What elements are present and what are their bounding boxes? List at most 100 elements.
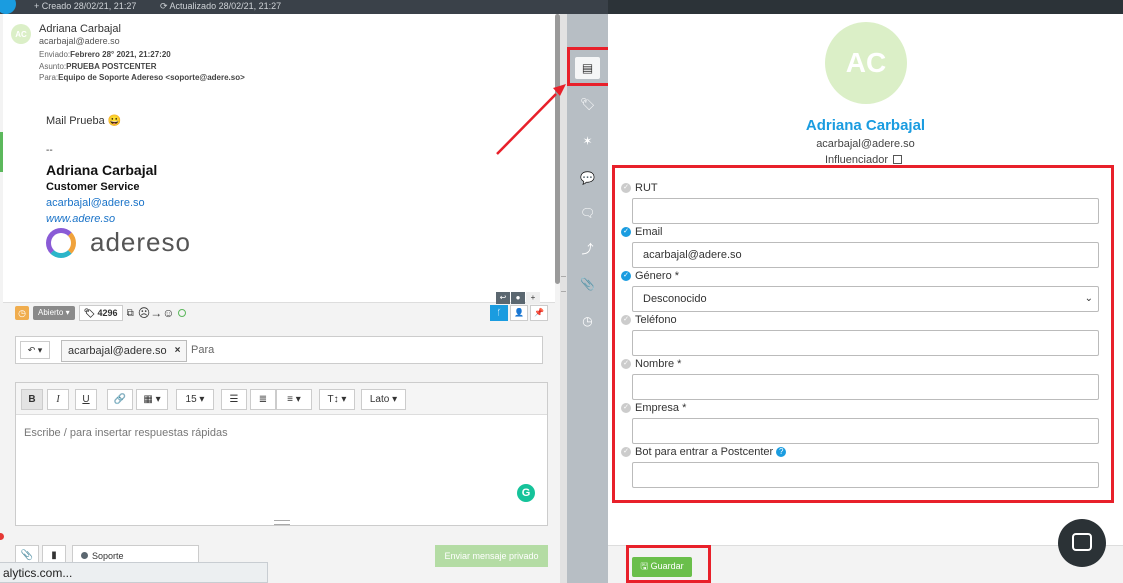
signature-email-link[interactable]: acarbajal@adere.so: [46, 197, 145, 209]
send-private-button[interactable]: Enviar mensaje privado: [435, 545, 548, 567]
contact-avatar: AC: [825, 22, 907, 104]
signature-separator: --: [46, 145, 53, 156]
sla-clock-icon: [178, 309, 187, 317]
name-label: ✓ Nombre *: [621, 358, 681, 370]
status-dropdown[interactable]: Abierto ▾: [33, 306, 75, 320]
font-size-dropdown[interactable]: 15 ▾: [176, 389, 214, 410]
company-input[interactable]: [632, 418, 1099, 444]
adereso-logo: adereso: [46, 227, 191, 258]
email-body: Mail Prueba 😀: [46, 115, 122, 127]
sender-name: Adriana Carbajal: [39, 23, 121, 35]
help-icon[interactable]: ?: [776, 447, 787, 457]
message-editor: B I U 🔗 ▦ ▾ 15 ▾ ☰ ≣ ≡ ▾ T↕ ▾ Lato ▾ Esc…: [15, 382, 548, 526]
updated-meta: ⟳ Actualizado 28/02/21, 21:27: [160, 1, 282, 11]
check-icon: ✓: [621, 315, 631, 325]
influencer-checkbox[interactable]: [893, 155, 902, 164]
remove-recipient-icon[interactable]: ×: [175, 341, 181, 361]
signature-name: Adriana Carbajal: [46, 162, 158, 178]
to-input[interactable]: Para: [191, 344, 214, 356]
italic-button[interactable]: I: [47, 389, 69, 410]
side-rail: ▤ 🏷 ✶ 💬 🗨 ⤴ 📎 ◷: [567, 14, 608, 583]
highlight-save: [626, 545, 711, 583]
message-actions: ↩ ● +: [496, 292, 540, 304]
contact-email: acarbajal@adere.so: [816, 138, 915, 150]
status-clock-icon[interactable]: ◷: [15, 306, 29, 320]
company-label: ✓ Empresa *: [621, 402, 686, 414]
text-height-icon[interactable]: T↕ ▾: [319, 389, 355, 410]
team-dot-icon: [81, 552, 88, 559]
to-line: Para:Equipo de Soporte Adereso <soporte@…: [39, 73, 245, 82]
created-meta: + Creado 28/02/21, 21:27: [34, 1, 137, 11]
grammarly-icon[interactable]: G: [517, 484, 535, 502]
highlight-contact-tab: [567, 47, 613, 86]
reply-mode-dropdown[interactable]: ↶ ▾: [20, 341, 50, 359]
tag-icon[interactable]: 🏷: [575, 93, 600, 115]
reply-icon[interactable]: ↩: [496, 292, 510, 304]
top-bar: + Creado 28/02/21, 21:27 ⟳ Actualizado 2…: [0, 0, 1123, 14]
phone-input[interactable]: [632, 330, 1099, 356]
gender-label: ✓ Género *: [621, 270, 679, 282]
contact-form: ✓ RUT ✓ Email acarbajal@adere.so ✓ Género *…: [612, 165, 1114, 503]
ticket-status-row: ◷ Abierto ▾ 🏷 4296 ⧉ ☹→☺: [15, 304, 187, 322]
status-bar-url: alytics.com...: [0, 562, 268, 583]
branch-icon[interactable]: ᚴ: [490, 305, 508, 321]
email-label: ✓ Email: [621, 226, 663, 238]
bot-input[interactable]: [632, 462, 1099, 488]
subject-line: Asunto:PRUEBA POSTCENTER: [39, 62, 157, 71]
back-button[interactable]: [0, 0, 16, 14]
align-dropdown-icon[interactable]: ≡ ▾: [276, 389, 312, 410]
phone-label: ✓ Teléfono: [621, 314, 677, 326]
copy-icon[interactable]: ⧉: [127, 308, 134, 319]
check-icon: ✓: [621, 359, 631, 369]
contact-panel: AC Adriana Carbajal acarbajal@adere.so I…: [608, 14, 1123, 583]
message-input[interactable]: Escribe / para insertar respuestas rápid…: [24, 427, 228, 439]
contact-name: Adriana Carbajal: [805, 117, 926, 134]
network-icon[interactable]: ✶: [575, 130, 600, 152]
sender-avatar: AC: [11, 24, 31, 44]
pin-icon[interactable]: 📌: [530, 305, 548, 321]
email-message: AC Adriana Carbajal acarbajal@adere.so E…: [3, 14, 555, 304]
conversations-icon[interactable]: 🗨: [575, 202, 600, 224]
composer-mode-tools: ᚴ 👤 📌: [490, 305, 548, 321]
sender-email: acarbajal@adere.so: [39, 36, 120, 46]
chevron-down-icon: ⌄: [1084, 293, 1093, 304]
editor-resize-handle[interactable]: [274, 520, 290, 525]
user-icon[interactable]: 👤: [510, 305, 528, 321]
table-icon[interactable]: ▦ ▾: [136, 389, 168, 410]
chat-launcher-button[interactable]: [1058, 519, 1106, 567]
history-icon[interactable]: ◷: [575, 310, 600, 332]
share-icon[interactable]: ⤴: [575, 238, 600, 260]
recipient-row: ↶ ▾ acarbajal@adere.so × Para: [15, 336, 543, 364]
recipient-chip[interactable]: acarbajal@adere.so ×: [61, 340, 188, 362]
check-icon: ✓: [621, 403, 631, 413]
adereso-logo-text: adereso: [90, 227, 191, 257]
font-family-dropdown[interactable]: Lato ▾: [361, 389, 406, 410]
chat-bubble-icon[interactable]: 💬: [575, 167, 600, 189]
bullet-list-icon[interactable]: ☰: [221, 389, 247, 410]
bold-button[interactable]: B: [21, 389, 43, 410]
sentiment-indicator[interactable]: ☹→☺: [138, 306, 175, 320]
check-icon: ✓: [621, 183, 631, 193]
underline-button[interactable]: U: [75, 389, 97, 410]
rut-input[interactable]: [632, 198, 1099, 224]
rut-label: ✓ RUT: [621, 182, 658, 194]
sent-line: Enviado:Febrero 28° 2021, 21:27:20: [39, 50, 171, 59]
editor-toolbar: B I U 🔗 ▦ ▾ 15 ▾ ☰ ≣ ≡ ▾ T↕ ▾ Lato ▾: [16, 383, 547, 415]
signature-role: Customer Service: [46, 181, 140, 193]
link-icon[interactable]: 🔗: [107, 389, 133, 410]
name-input[interactable]: [632, 374, 1099, 400]
panel-divider[interactable]: [560, 14, 567, 583]
attachments-icon[interactable]: 📎: [575, 273, 600, 295]
bot-label: ✓ Bot para entrar a Postcenter?: [621, 446, 787, 458]
gender-select[interactable]: Desconocido ⌄: [632, 286, 1099, 312]
chat-icon: [1072, 533, 1092, 551]
adereso-logo-icon: [46, 227, 76, 258]
ticket-id[interactable]: 🏷 4296: [78, 305, 123, 321]
check-icon: ✓: [621, 227, 631, 237]
check-icon: ✓: [621, 271, 631, 281]
email-input[interactable]: acarbajal@adere.so: [632, 242, 1099, 268]
numbered-list-icon[interactable]: ≣: [250, 389, 276, 410]
comment-icon[interactable]: ●: [511, 292, 525, 304]
add-icon[interactable]: +: [526, 292, 540, 304]
signature-web-link[interactable]: www.adere.so: [46, 213, 115, 225]
